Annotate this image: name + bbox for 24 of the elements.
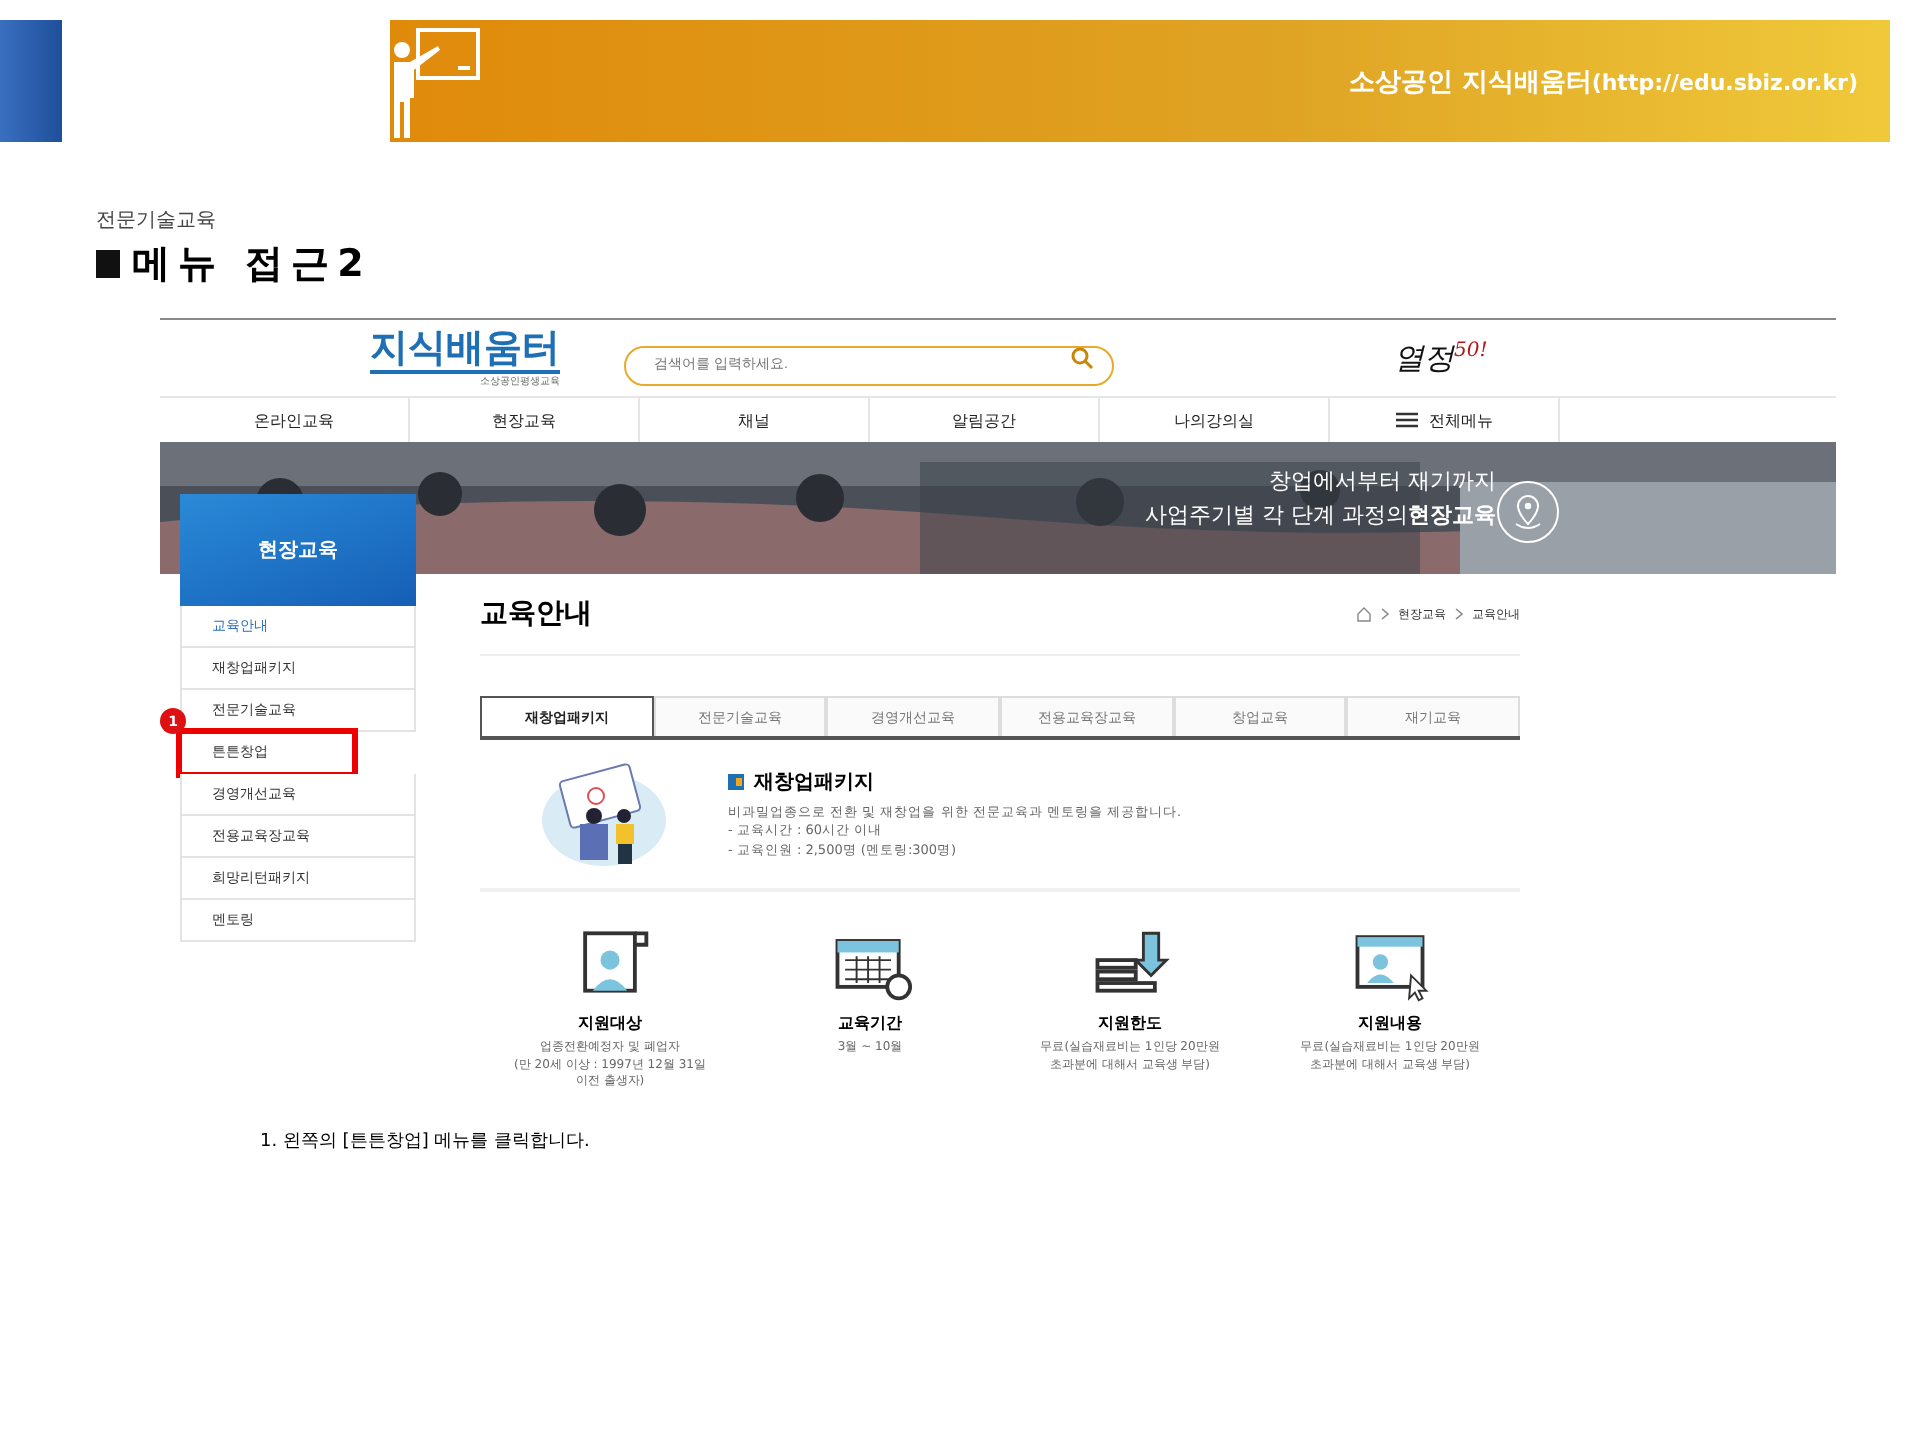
location-pin-icon: [1496, 480, 1560, 544]
menu-icon[interactable]: [1395, 412, 1417, 428]
promo-logo[interactable]: 열정$^{50!}$: [1394, 339, 1488, 377]
site-label: 소상공인 지식배움터(http://edu.sbiz.or.kr): [1348, 65, 1858, 99]
feature-title: 지원한도: [1098, 1012, 1162, 1034]
feature-title: 지원대상: [578, 1012, 642, 1034]
chevron-icon: [1380, 608, 1390, 620]
intro-title: 재창업패키지: [754, 770, 874, 797]
caption: 1. 왼쪽의 [튼튼창업] 메뉴를 클릭합니다.: [260, 1130, 592, 1154]
hero-text: 창업에서부터 재기까지 사업주기별 각 단계 과정의현장교육: [1145, 466, 1496, 531]
search-icon[interactable]: [1070, 346, 1094, 370]
sidebar-title: 현장교육: [180, 494, 416, 606]
teacher-icon: [390, 26, 482, 142]
bullet-icon: [96, 250, 120, 278]
header-accent: [0, 20, 62, 142]
chevron-icon: [1454, 608, 1464, 620]
feature-title: 지원내용: [1358, 1012, 1422, 1034]
page-title: 교육안내: [480, 596, 592, 632]
presentation-illustration: [540, 760, 668, 868]
home-icon[interactable]: [1356, 606, 1372, 622]
slide-title: 메뉴 접근2: [132, 240, 372, 290]
section-label: 전문기술교육: [96, 208, 218, 234]
feature-title: 교육기간: [838, 1012, 902, 1034]
square-icon: [728, 774, 744, 791]
